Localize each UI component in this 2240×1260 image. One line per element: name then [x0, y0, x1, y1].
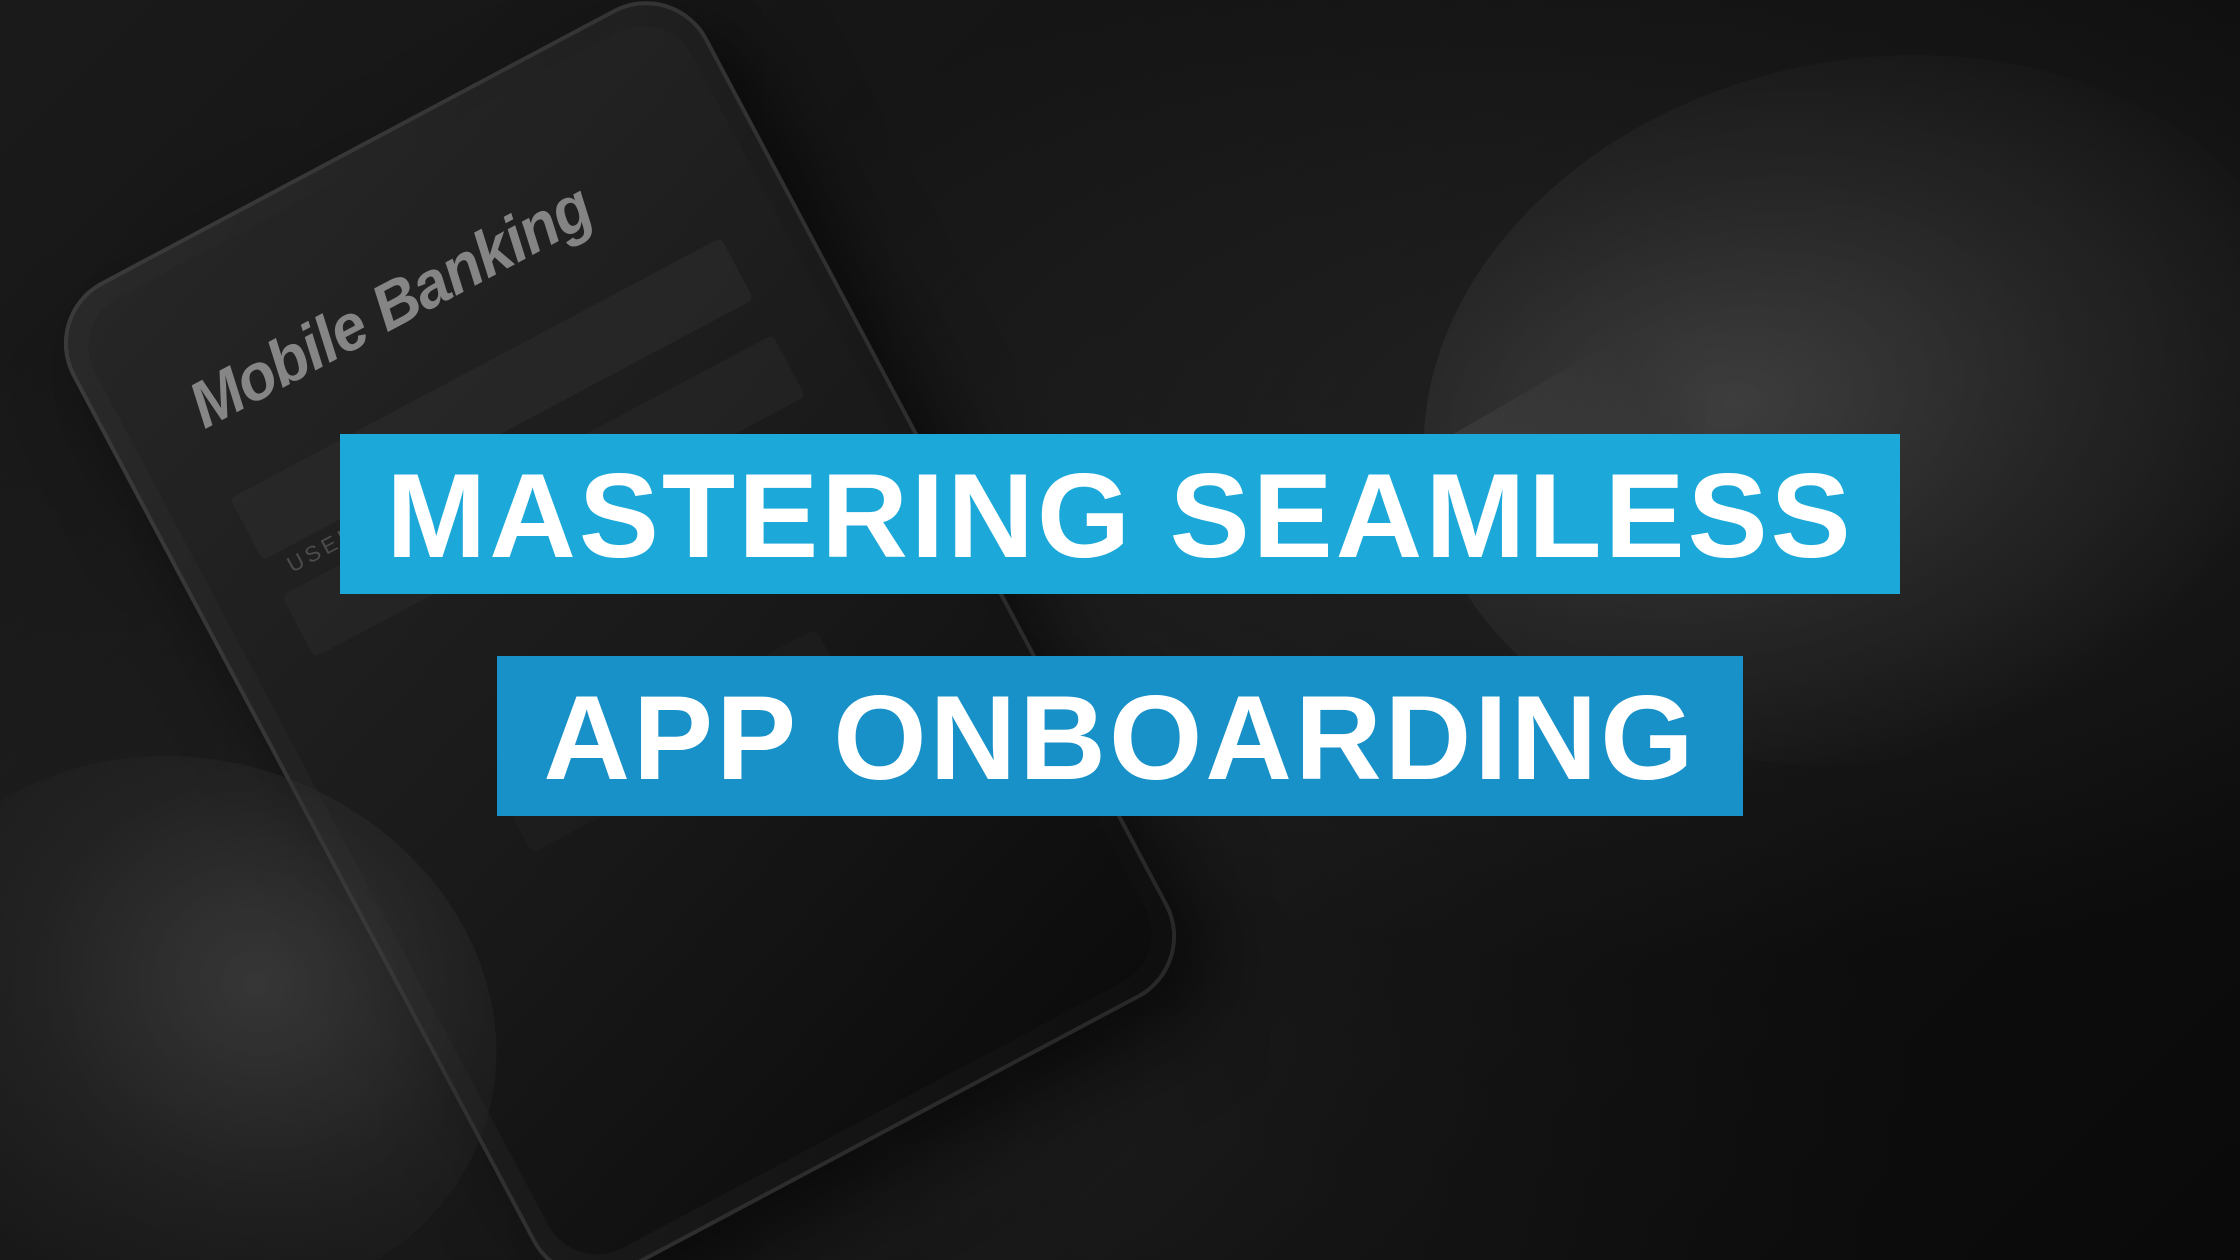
title-line-2: APP ONBOARDING — [497, 656, 1742, 816]
title-line-1: MASTERING SEAMLESS — [340, 434, 1899, 594]
title-overlay: MASTERING SEAMLESS APP ONBOARDING — [0, 0, 2240, 1260]
